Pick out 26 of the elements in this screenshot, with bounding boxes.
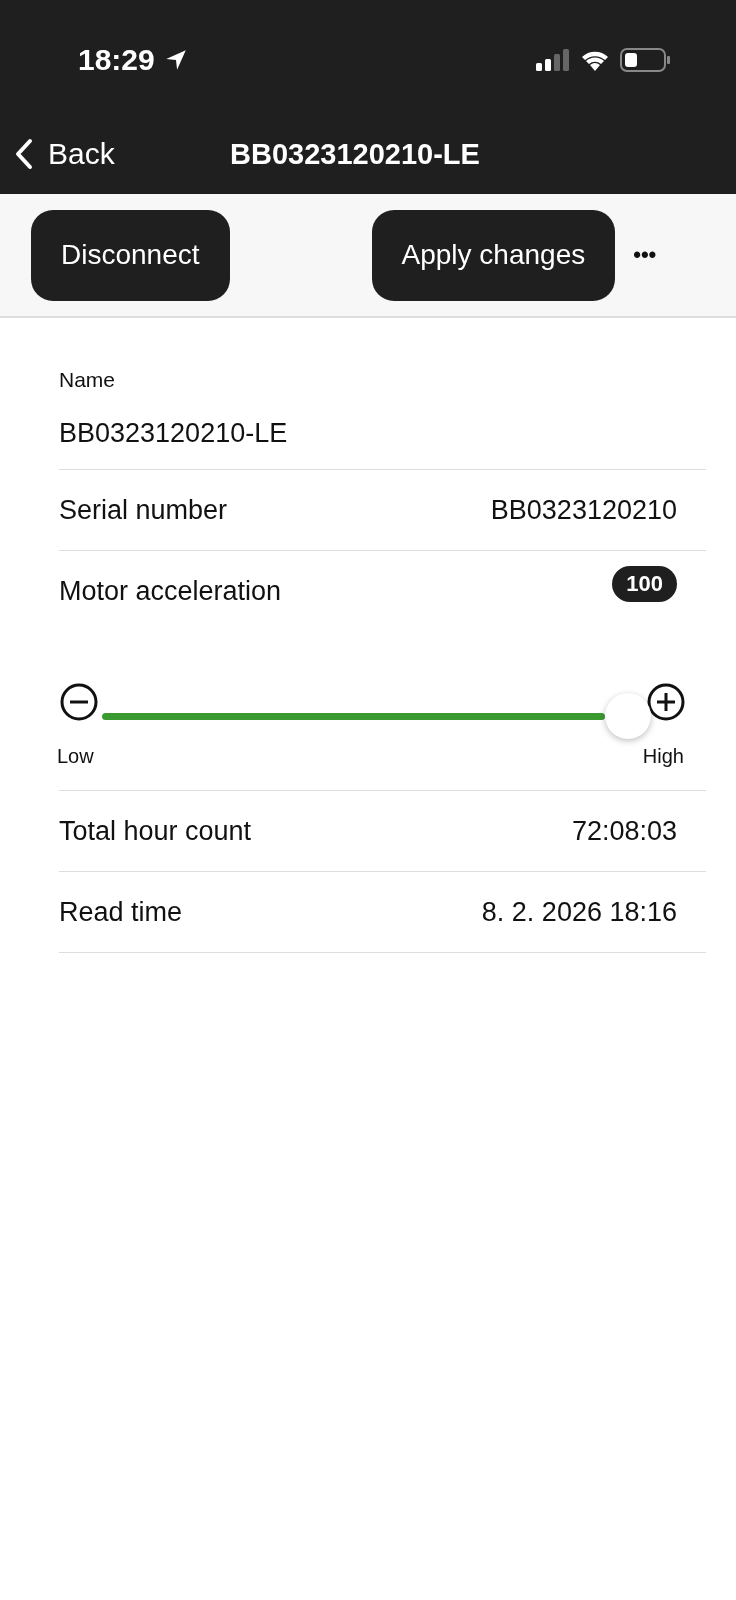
back-chevron-icon [14,138,34,170]
battery-icon [620,48,670,72]
slider-thumb[interactable] [605,693,651,739]
row-label: Read time [59,896,183,928]
status-time: 18:29 [78,43,155,77]
minus-icon[interactable] [60,683,98,721]
slider-min-label: Low [57,745,94,768]
disconnect-button[interactable]: Disconnect [31,209,230,301]
wifi-icon [580,49,610,71]
row-label: Total hour count [59,815,252,847]
signal-icon [536,49,570,71]
slider-max-label: High [642,745,684,768]
row-label: Motor acceleration [59,575,282,607]
row-value: 8. 2. 2026 18:16 [481,896,678,928]
apply-button[interactable]: Apply changes [371,209,616,301]
field-label: Name [59,368,117,392]
plus-icon[interactable] [647,683,685,721]
back-button[interactable]: Back [14,137,230,171]
slider[interactable] [102,693,651,739]
row-value: BB0323120210 [490,494,678,526]
value-badge: 100 [612,566,677,602]
name-input[interactable]: BB0323120210-LE [59,418,706,449]
screen-title: BB0323120210-LE [230,137,480,171]
row-label: Serial number [59,494,228,526]
row-value: 72:08:03 [571,815,678,847]
more-button[interactable]: ••• [633,242,657,268]
